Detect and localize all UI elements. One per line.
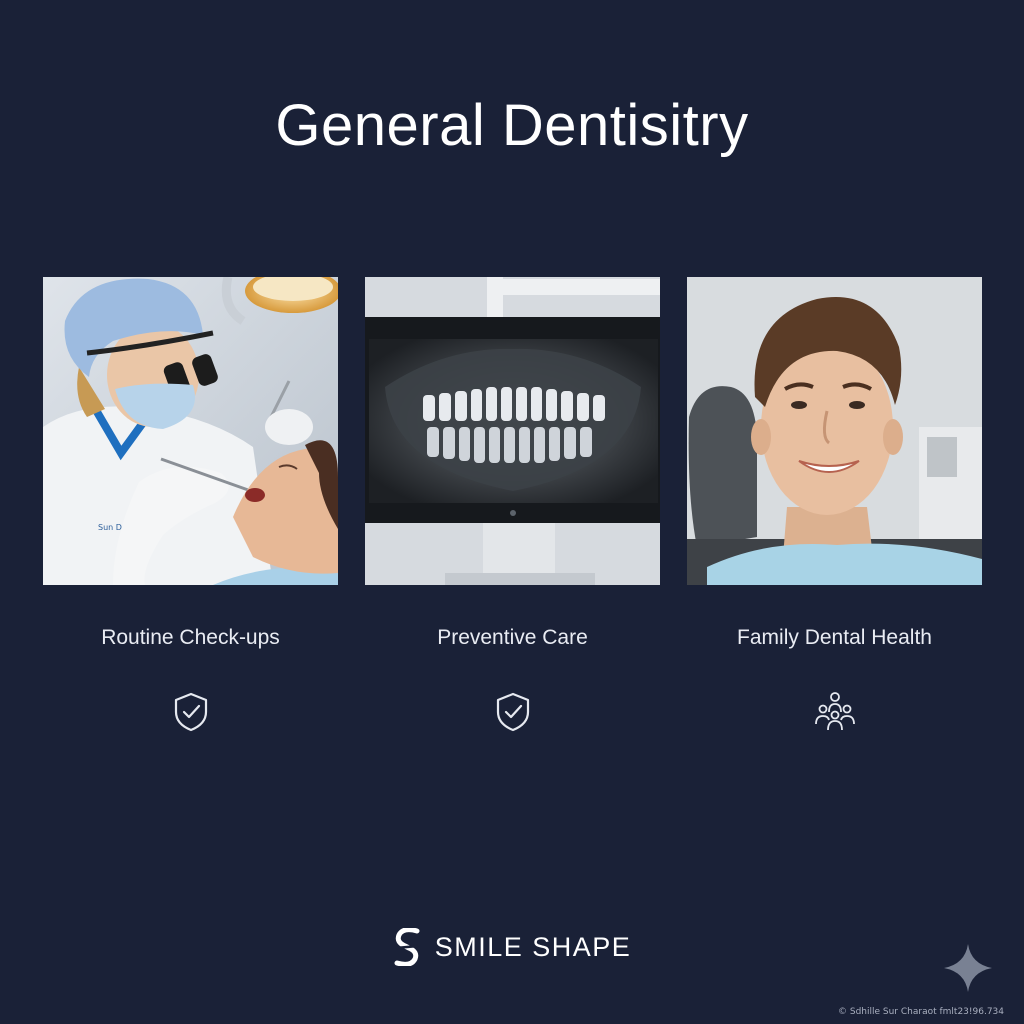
page-title: General Dentisitry <box>275 93 749 158</box>
card-label-routine-checkups: Routine Check-ups <box>101 626 280 649</box>
card-label-family-dental-health: Family Dental Health <box>737 626 932 649</box>
shield-check-icon <box>365 690 660 734</box>
watermark-text: © Sdhille Sur Charaot fmlt23!96.734 <box>838 1007 1004 1017</box>
brand-lockup: SMILE SHAPE <box>0 928 1024 966</box>
s-logo-icon <box>394 928 420 966</box>
brand-name: SMILE SHAPE <box>434 931 632 962</box>
family-group-icon <box>687 690 982 734</box>
card-image-family-dental-health <box>687 277 982 585</box>
card-label-preventive-care: Preventive Care <box>437 626 588 649</box>
sparkle-icon <box>944 944 992 992</box>
shield-check-icon <box>43 690 338 734</box>
card-image-preventive-care <box>365 277 660 585</box>
card-image-routine-checkups: Sun Dent <box>43 277 338 585</box>
